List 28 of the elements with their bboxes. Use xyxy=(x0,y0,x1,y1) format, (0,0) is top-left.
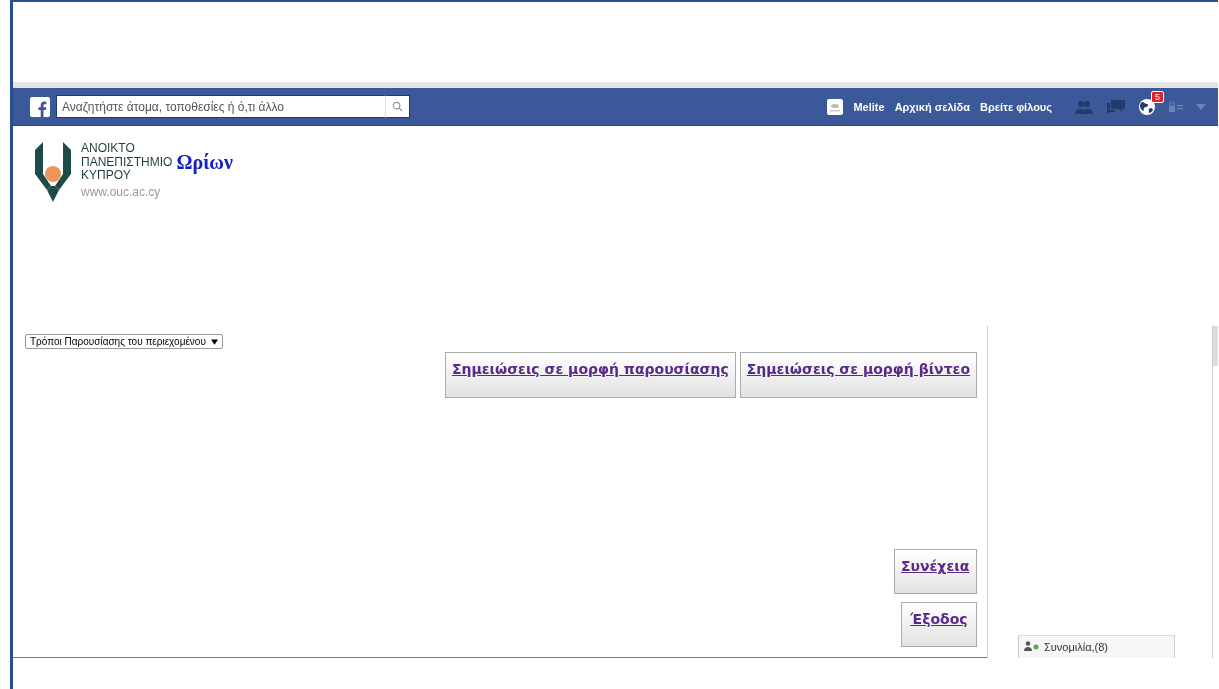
avatar-icon[interactable] xyxy=(827,98,844,115)
scrollbar[interactable] xyxy=(1212,326,1218,658)
notification-badge: 5 xyxy=(1151,90,1164,103)
search-icon[interactable] xyxy=(385,95,410,118)
caret-icon[interactable] xyxy=(1196,103,1206,110)
exit-button[interactable]: Έξοδος xyxy=(901,602,977,647)
lock-menu-icon[interactable] xyxy=(1168,100,1184,113)
globe-icon[interactable] xyxy=(1138,97,1156,116)
nav-link[interactable]: Αρχική σελίδα xyxy=(894,100,971,113)
logo-url: www.ouc.ac.cy xyxy=(81,185,162,199)
friends-icon[interactable] xyxy=(1074,98,1094,115)
emblem-icon xyxy=(33,140,73,204)
site-name: Ωρίων xyxy=(176,150,233,174)
view-dropdown[interactable]: Τρόποι Παρουσίασης του περιεχομένου xyxy=(25,334,223,349)
nav-link[interactable]: Βρείτε φίλους xyxy=(980,100,1052,113)
search-field[interactable]: Αναζητήστε άτομα, τοποθεσίες ή ό,τι άλλο xyxy=(56,95,385,118)
continue-button[interactable]: Συνέχεια xyxy=(894,549,977,594)
caret-icon xyxy=(210,338,218,345)
chat-bar[interactable]: Συνομιλία,(8) xyxy=(1018,635,1175,658)
notes-button[interactable]: Σημειώσεις σε μορφή βίντεο xyxy=(739,352,977,398)
logo-text: ΚΥΠΡΟΥ xyxy=(81,169,131,182)
logo-text: ΑΝΟΙΚΤΟ xyxy=(81,142,135,155)
person-icon xyxy=(1024,641,1040,653)
notes-button[interactable]: Σημειώσεις σε μορφή παρουσίασης xyxy=(444,352,736,398)
logo-icon[interactable] xyxy=(30,96,50,117)
profile-link[interactable]: Melite xyxy=(853,100,885,113)
messages-icon[interactable] xyxy=(1106,98,1126,115)
logo-text: ΠΑΝΕΠΙΣΤΗΜΙΟ xyxy=(81,155,173,169)
